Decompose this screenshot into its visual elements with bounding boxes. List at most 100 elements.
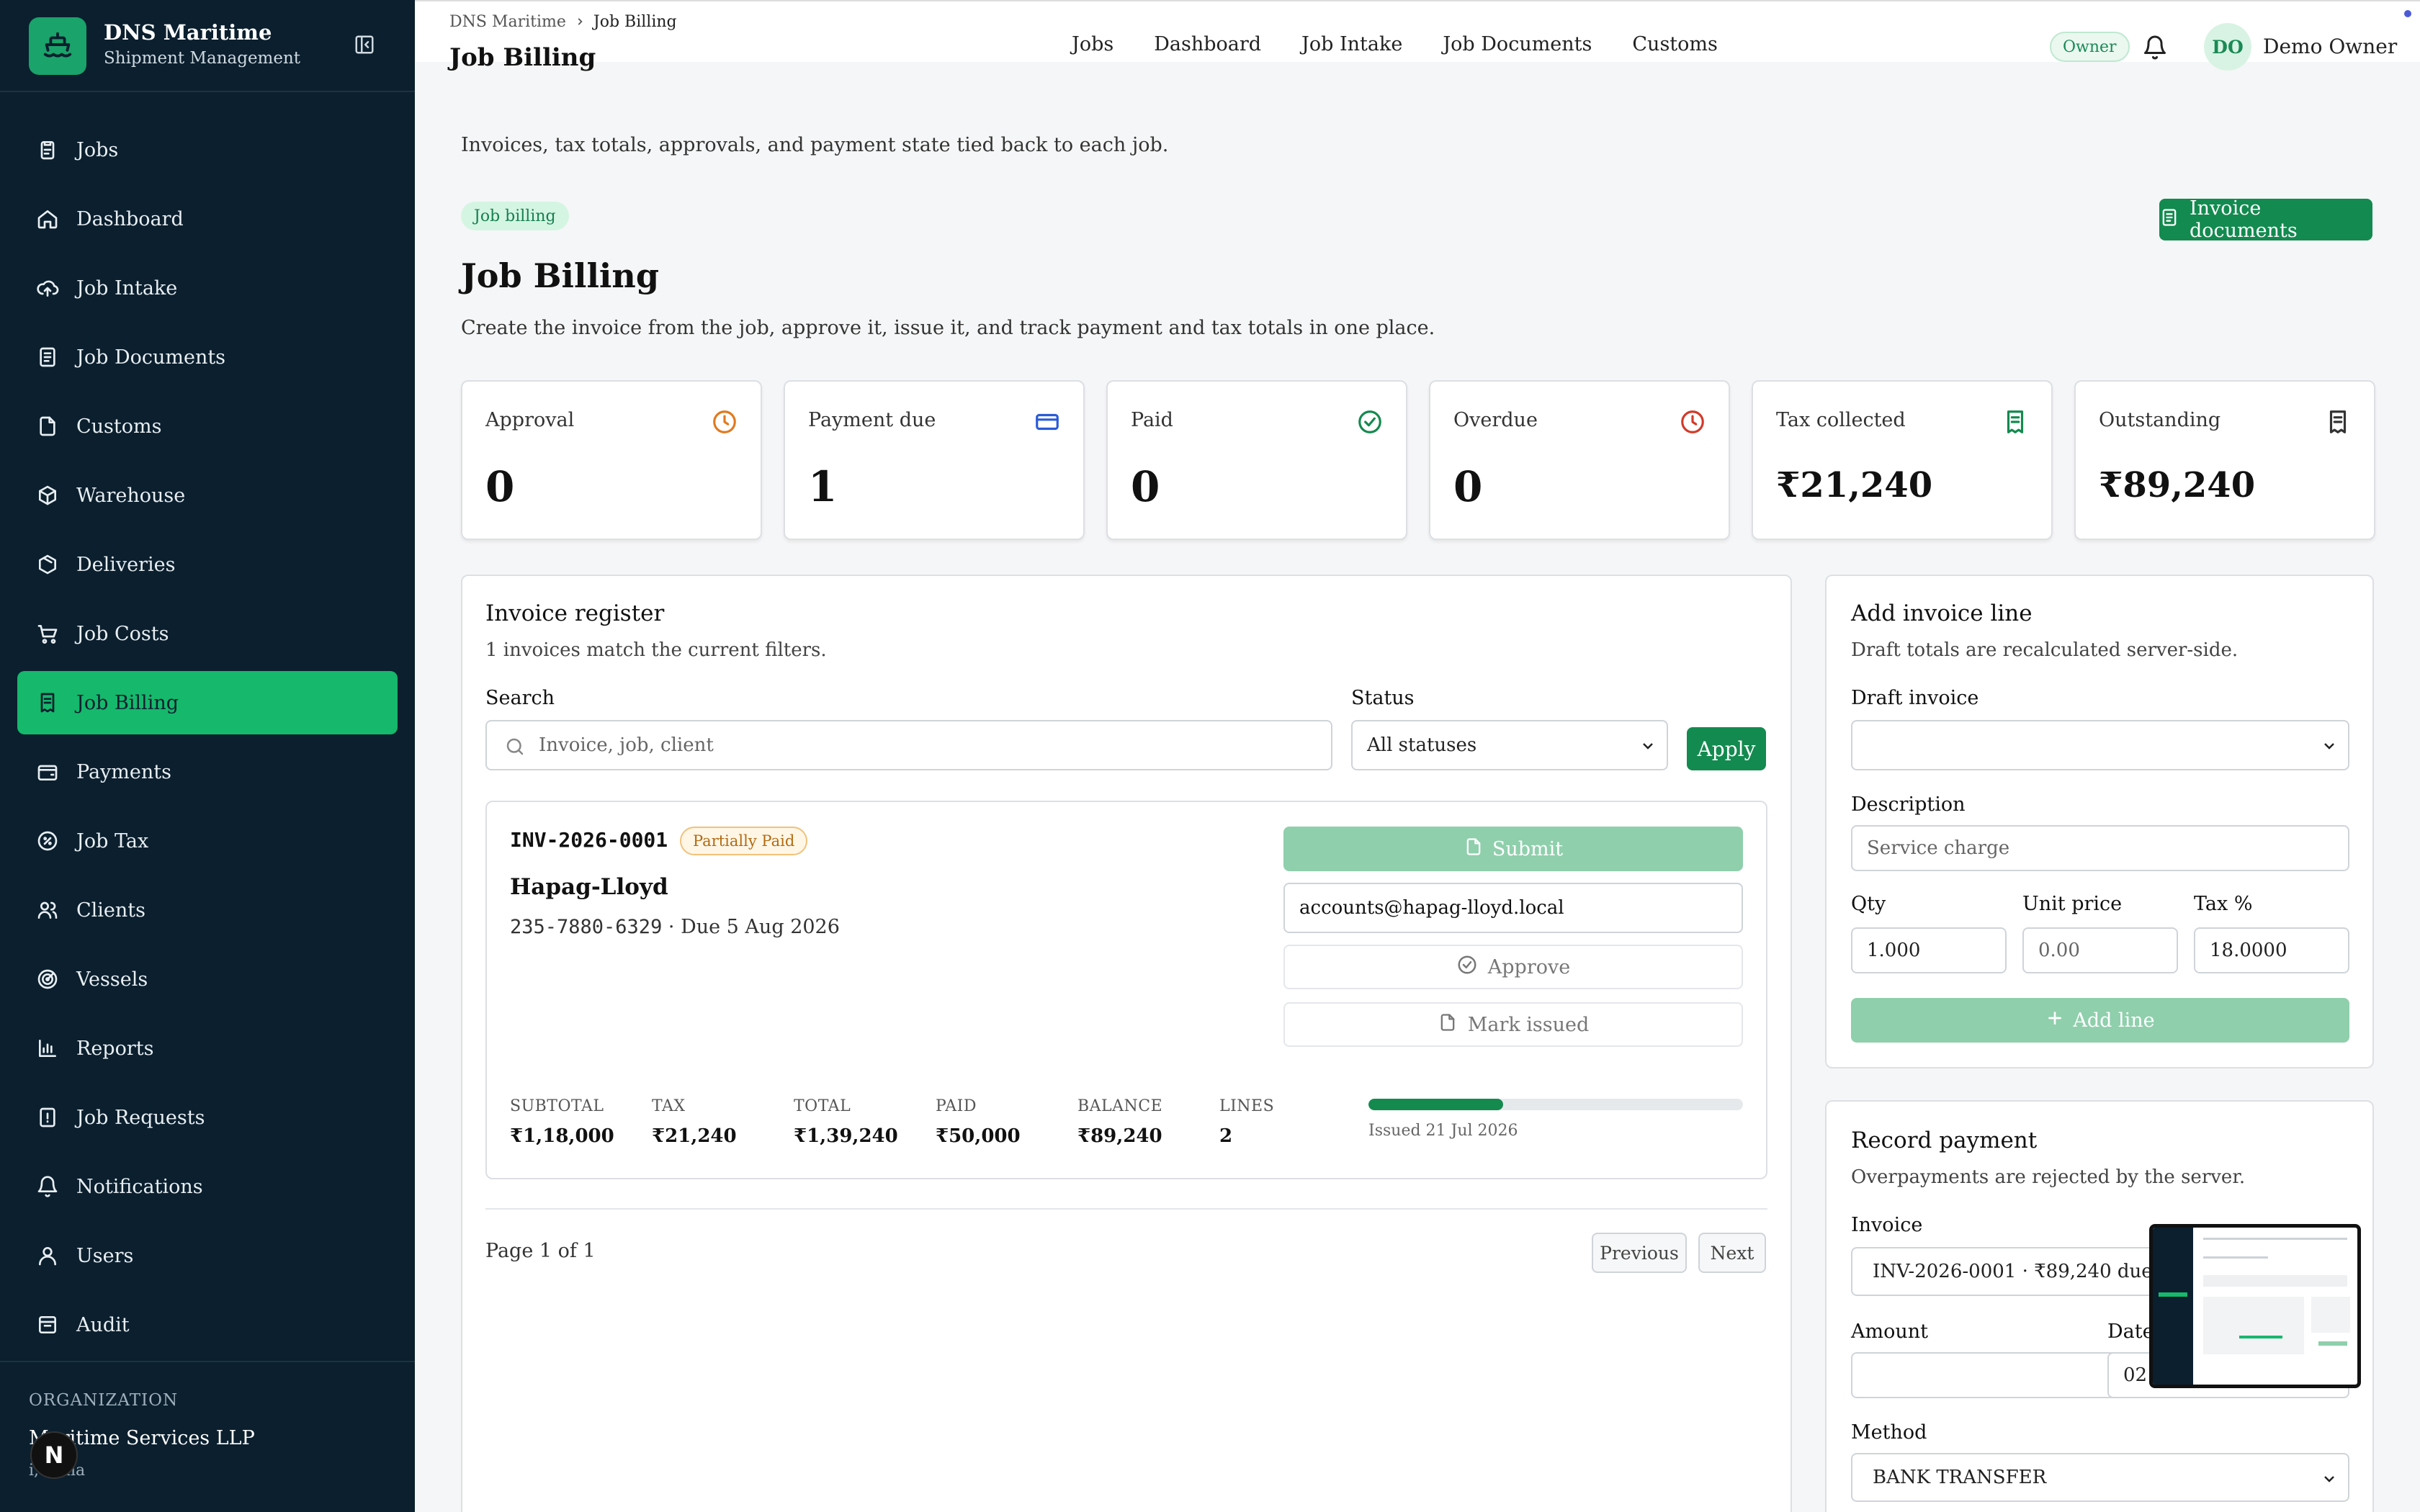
sidebar-item-reports[interactable]: Reports	[17, 1017, 398, 1080]
stat-label: Overdue	[1453, 409, 1538, 431]
collapse-sidebar-icon[interactable]	[349, 29, 380, 60]
search-placeholder: Invoice, job, client	[539, 734, 714, 756]
total-paid: PAID ₹50,000	[936, 1097, 1077, 1147]
breadcrumb-root[interactable]: DNS Maritime	[449, 13, 566, 31]
box-icon	[35, 552, 60, 577]
description-input[interactable]: Service charge	[1851, 825, 2349, 871]
screenshot-thumbnail[interactable]	[2149, 1224, 2361, 1388]
sidebar-item-label: Customs	[76, 415, 162, 438]
search-label: Search	[485, 687, 555, 709]
submit-button[interactable]: Submit	[1283, 827, 1743, 871]
email-field[interactable]: accounts@hapag-lloyd.local	[1283, 883, 1743, 933]
qty-label: Qty	[1851, 893, 1886, 915]
sidebar-item-job-costs[interactable]: Job Costs	[17, 602, 398, 665]
top-nav: Jobs Dashboard Job Intake Job Documents …	[1072, 33, 1718, 55]
thumbnail-active-item	[2159, 1292, 2187, 1297]
total-value: ₹1,39,240	[794, 1125, 898, 1147]
amount-input[interactable]	[1851, 1352, 2135, 1398]
method-select[interactable]: BANK TRANSFER	[1851, 1453, 2349, 1502]
sidebar-item-job-tax[interactable]: Job Tax	[17, 809, 398, 873]
qty-input[interactable]: 1.000	[1851, 927, 2007, 973]
stat-value: 0	[1453, 462, 1483, 511]
sidebar-item-deliveries[interactable]: Deliveries	[17, 533, 398, 596]
top-nav-jobs[interactable]: Jobs	[1072, 33, 1113, 55]
stat-value: 0	[485, 462, 515, 511]
sidebar-item-users[interactable]: Users	[17, 1224, 398, 1287]
sidebar-item-audit[interactable]: Audit	[17, 1293, 398, 1356]
total-label: BALANCE	[1077, 1097, 1163, 1115]
sidebar-item-job-intake[interactable]: Job Intake	[17, 256, 398, 320]
stat-label: Approval	[485, 409, 575, 431]
mark-issued-button[interactable]: Mark issued	[1283, 1002, 1743, 1047]
stat-label: Payment due	[808, 409, 936, 431]
page-intro: Invoices, tax totals, approvals, and pay…	[461, 134, 1169, 156]
sidebar-item-notifications[interactable]: Notifications	[17, 1155, 398, 1218]
check-circle-icon	[1456, 954, 1478, 981]
notifications-bell-icon[interactable]	[2139, 32, 2171, 63]
mark-issued-label: Mark issued	[1467, 1013, 1590, 1036]
stat-label: Outstanding	[2099, 409, 2221, 431]
total-tax: TAX ₹21,240	[652, 1097, 794, 1147]
chevron-down-icon	[2321, 737, 2338, 760]
clock-icon	[1678, 408, 1707, 436]
stat-label: Paid	[1131, 409, 1173, 431]
stat-value: ₹21,240	[1776, 465, 1933, 505]
draft-invoice-select[interactable]	[1851, 720, 2349, 770]
thumbnail-line	[2203, 1238, 2347, 1240]
add-line-button[interactable]: Add line	[1851, 998, 2349, 1043]
invoice-number: INV-2026-0001	[510, 828, 668, 852]
stat-card-payment-due: Payment due 1	[784, 380, 1085, 540]
top-nav-customs[interactable]: Customs	[1632, 33, 1717, 55]
user-name[interactable]: Demo Owner	[2263, 35, 2397, 58]
sidebar-item-label: Deliveries	[76, 553, 176, 576]
user-icon	[35, 1243, 60, 1269]
users-icon	[35, 897, 60, 923]
invoice-documents-label: Invoice documents	[2190, 197, 2298, 242]
unit-price-input[interactable]: 0.00	[2022, 927, 2178, 973]
top-nav-job-documents[interactable]: Job Documents	[1443, 33, 1592, 55]
sidebar-item-vessels[interactable]: Vessels	[17, 948, 398, 1011]
client-name: Hapag-Lloyd	[510, 874, 668, 900]
stat-card-approval: Approval 0	[461, 380, 762, 540]
next-page-button[interactable]: Next	[1698, 1233, 1766, 1273]
invoice-card[interactable]: INV-2026-0001 Partially Paid Hapag-Lloyd…	[485, 801, 1767, 1179]
search-input[interactable]: Invoice, job, client	[485, 720, 1332, 770]
sidebar-item-label: Jobs	[76, 138, 119, 161]
sidebar-item-dashboard[interactable]: Dashboard	[17, 187, 398, 251]
sidebar-item-clients[interactable]: Clients	[17, 878, 398, 942]
sidebar-item-label: Audit	[76, 1313, 130, 1336]
apply-button[interactable]: Apply	[1687, 727, 1766, 770]
previous-page-button[interactable]: Previous	[1592, 1233, 1687, 1273]
sidebar-item-job-requests[interactable]: Job Requests	[17, 1086, 398, 1149]
sidebar-item-warehouse[interactable]: Warehouse	[17, 464, 398, 527]
thumbnail-button	[2318, 1341, 2347, 1346]
chevron-down-icon	[1639, 737, 1657, 760]
plus-icon	[2045, 1009, 2064, 1032]
sidebar-item-label: Job Tax	[76, 829, 149, 852]
sidebar-item-customs[interactable]: Customs	[17, 395, 398, 458]
approve-button[interactable]: Approve	[1283, 945, 1743, 989]
stat-card-outstanding: Outstanding ₹89,240	[2074, 380, 2375, 540]
sidebar-item-job-documents[interactable]: Job Documents	[17, 325, 398, 389]
invoice-documents-button[interactable]: Invoice documents	[2159, 197, 2372, 242]
top-nav-job-intake[interactable]: Job Intake	[1301, 33, 1402, 55]
avatar[interactable]: DO	[2204, 23, 2251, 71]
sidebar-item-job-billing[interactable]: Job Billing	[17, 671, 398, 734]
sidebar-item-payments[interactable]: Payments	[17, 740, 398, 804]
tax-percent-input[interactable]: 18.0000	[2194, 927, 2349, 973]
bell-icon	[35, 1174, 60, 1200]
total-label: PAID	[936, 1097, 977, 1115]
stat-label: Tax collected	[1776, 409, 1906, 431]
status-select[interactable]: All statuses	[1351, 720, 1668, 770]
total-value: ₹89,240	[1077, 1125, 1162, 1147]
receipt-icon	[35, 690, 60, 716]
dev-tools-badge[interactable]: N	[30, 1431, 78, 1479]
page-title: Job Billing	[461, 256, 660, 295]
total-label: LINES	[1219, 1097, 1275, 1115]
total-label: TOTAL	[794, 1097, 851, 1115]
due-date: · Due 5 Aug 2026	[662, 916, 840, 938]
thumbnail-block	[2203, 1297, 2304, 1354]
top-nav-dashboard[interactable]: Dashboard	[1154, 33, 1261, 55]
unit-price-label: Unit price	[2022, 893, 2123, 915]
sidebar-item-jobs[interactable]: Jobs	[17, 118, 398, 181]
